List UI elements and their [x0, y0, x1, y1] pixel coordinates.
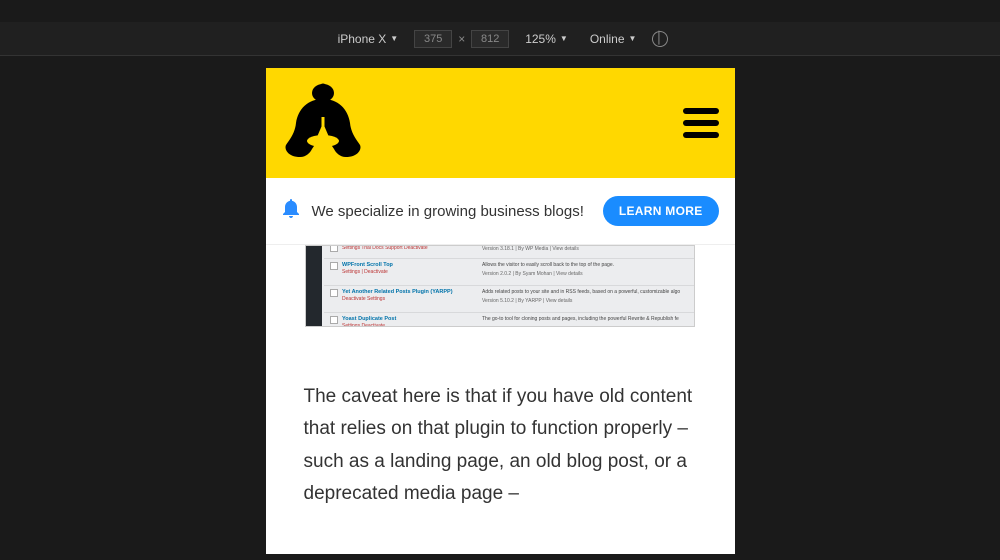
device-name: iPhone X [338, 32, 387, 46]
device-selector[interactable]: iPhone X ▼ [332, 30, 405, 48]
article-content: Settings Trial Docs Support Deactivate V… [266, 245, 735, 530]
zoom-selector[interactable]: 125% ▼ [519, 30, 574, 48]
caret-down-icon: ▼ [629, 34, 637, 43]
devtools-top-gap [0, 0, 1000, 22]
viewport-wrap: We specialize in growing business blogs!… [0, 68, 1000, 554]
zoom-value: 125% [525, 32, 556, 46]
notice-text: We specialize in growing business blogs! [312, 203, 591, 220]
throttle-value: Online [590, 32, 625, 46]
notice-bar: We specialize in growing business blogs!… [266, 178, 735, 245]
device-viewport: We specialize in growing business blogs!… [266, 68, 735, 554]
hamburger-menu-icon[interactable] [683, 108, 719, 138]
site-logo[interactable] [282, 83, 364, 163]
width-input[interactable] [414, 30, 452, 48]
caret-down-icon: ▼ [390, 34, 398, 43]
bell-icon [282, 198, 300, 224]
plugins-screenshot: Settings Trial Docs Support Deactivate V… [305, 245, 695, 327]
dimension-separator: × [458, 32, 465, 46]
site-header [266, 68, 735, 178]
device-toolbar: iPhone X ▼ × 125% ▼ Online ▼ [0, 22, 1000, 56]
rotate-icon[interactable] [650, 28, 671, 49]
height-input[interactable] [471, 30, 509, 48]
article-paragraph: The caveat here is that if you have old … [304, 381, 697, 510]
dimensions-group: × [414, 30, 509, 48]
ruler [0, 60, 1000, 68]
throttle-selector[interactable]: Online ▼ [584, 30, 643, 48]
caret-down-icon: ▼ [560, 34, 568, 43]
learn-more-button[interactable]: LEARN MORE [603, 196, 719, 226]
